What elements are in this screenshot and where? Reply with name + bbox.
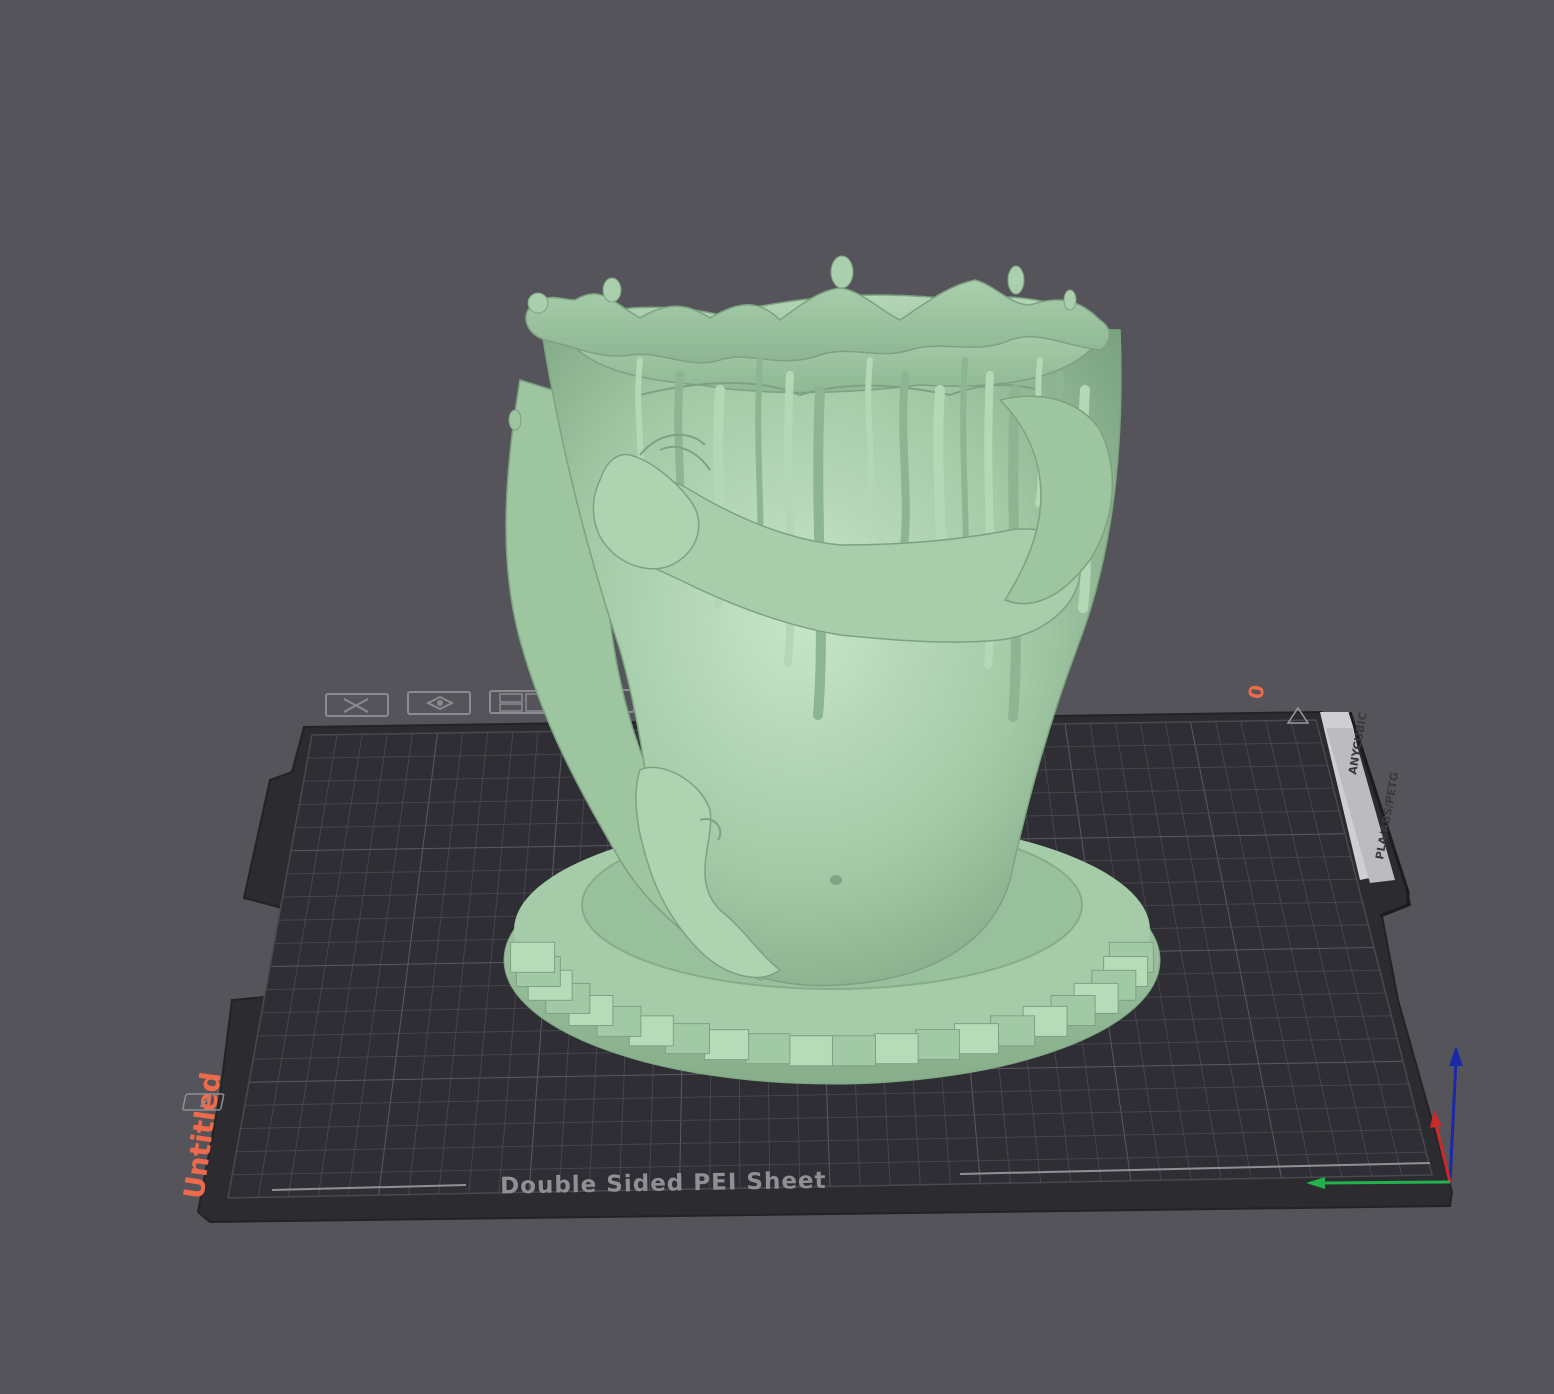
base-block (787, 1035, 833, 1067)
base-block (745, 1033, 791, 1065)
model[interactable] (503, 255, 1161, 1085)
close-icon[interactable] (325, 693, 389, 717)
y-axis (1321, 1180, 1451, 1185)
z-axis (1448, 1059, 1458, 1183)
plate-index: 0 (1243, 683, 1269, 701)
base-block (873, 1033, 919, 1065)
drip (865, 357, 874, 505)
base-block (954, 1023, 1000, 1055)
drip (899, 371, 910, 558)
base-block (704, 1029, 750, 1061)
base-block (914, 1029, 960, 1061)
base-block (831, 1035, 877, 1067)
arrange-icon[interactable] (407, 691, 471, 715)
base-block (510, 941, 556, 973)
navel (830, 875, 842, 885)
3d-viewport[interactable]: Double Sided PEI Sheet ANYCUBIC PLA/ABS/… (0, 0, 1554, 1394)
